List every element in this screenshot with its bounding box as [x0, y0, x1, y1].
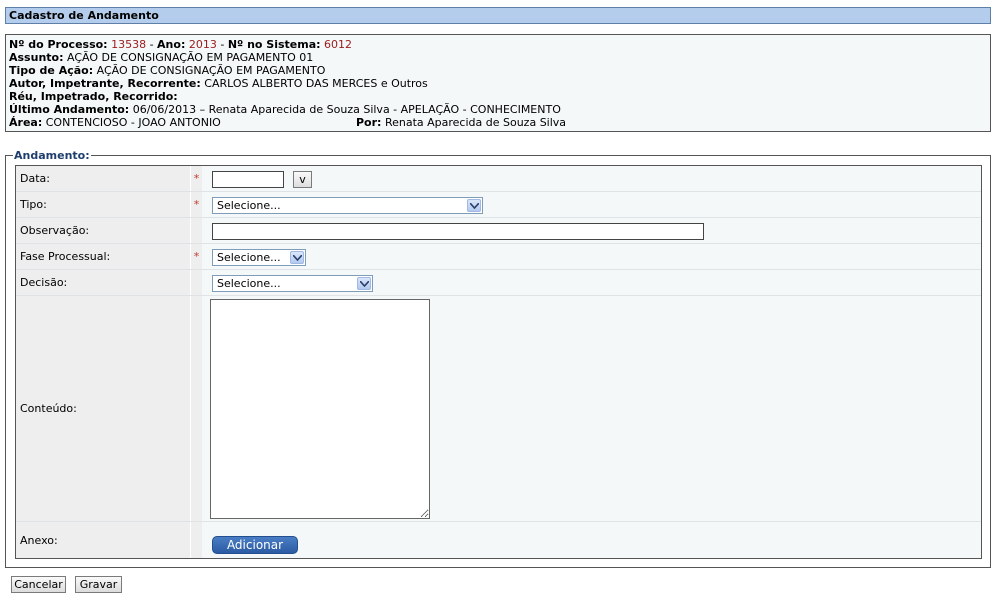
data-input[interactable]	[212, 171, 284, 188]
observacao-input[interactable]	[212, 223, 704, 240]
save-button[interactable]: Gravar	[75, 576, 122, 593]
cancel-button[interactable]: Cancelar	[11, 576, 66, 593]
tipo-selected-value: Selecione...	[217, 199, 281, 212]
tipo-select[interactable]: Selecione...	[212, 197, 483, 214]
tipo-row: Tipo: * Selecione...	[16, 192, 981, 218]
anexo-spacer	[190, 522, 202, 558]
processo-value: 13538	[111, 38, 147, 51]
chevron-down-icon	[467, 199, 481, 212]
fase-row: Fase Processual: * Selecione...	[16, 244, 981, 270]
tipo-acao-line: Tipo de Ação: AÇÃO DE CONSIGNAÇÃO EM PAG…	[9, 64, 987, 77]
area-value: CONTENCIOSO - JOAO ANTONIO	[45, 116, 221, 129]
por-block: Por: Renata Aparecida de Souza Silva	[356, 116, 566, 129]
area-label: Área:	[9, 116, 43, 129]
andamento-fieldset: Andamento: Data: * v Tipo: * Selecione..…	[5, 149, 991, 568]
sistema-value: 6012	[324, 38, 353, 51]
andamento-legend: Andamento:	[13, 149, 91, 162]
autor-label: Autor, Impetrante, Recorrente:	[9, 77, 201, 90]
process-number-line: Nº do Processo: 13538 - Ano: 2013 - Nº n…	[9, 38, 353, 51]
observacao-row: Observação:	[16, 218, 981, 244]
conteudo-label: Conteúdo:	[16, 296, 190, 521]
decisao-label: Decisão:	[16, 270, 190, 295]
assunto-line: Assunto: AÇÃO DE CONSIGNAÇÃO EM PAGAMENT…	[9, 51, 987, 64]
ultimo-andamento-label: Último Andamento:	[9, 103, 130, 116]
anexo-row: Anexo: Adicionar	[16, 522, 981, 558]
fase-select[interactable]: Selecione...	[212, 249, 306, 266]
conteudo-textarea[interactable]	[210, 299, 430, 519]
por-label: Por:	[356, 116, 382, 129]
ano-value: 2013	[188, 38, 217, 51]
ultimo-andamento-value: 06/06/2013 – Renata Aparecida de Souza S…	[132, 103, 561, 116]
ano-label: Ano:	[157, 38, 186, 51]
fase-selected-value: Selecione...	[217, 251, 281, 264]
adicionar-button[interactable]: Adicionar	[212, 536, 298, 554]
decisao-row: Decisão: Selecione...	[16, 270, 981, 296]
process-info-panel: Nº do Processo: 13538 - Ano: 2013 - Nº n…	[5, 34, 991, 132]
data-label: Data:	[16, 166, 190, 191]
tipo-label: Tipo:	[16, 192, 190, 217]
data-row: Data: * v	[16, 166, 981, 192]
observacao-label: Observação:	[16, 218, 190, 243]
fase-required-mark: *	[190, 244, 202, 269]
data-required-mark: *	[190, 166, 202, 191]
anexo-label: Anexo:	[16, 522, 190, 558]
tipo-acao-label: Tipo de Ação:	[9, 64, 94, 77]
date-picker-button[interactable]: v	[293, 171, 312, 188]
sistema-label: Nº no Sistema:	[227, 38, 321, 51]
reu-line: Réu, Impetrado, Recorrido:	[9, 90, 987, 103]
chevron-down-icon	[290, 251, 304, 264]
reu-label: Réu, Impetrado, Recorrido:	[9, 90, 178, 103]
conteudo-spacer	[190, 296, 202, 521]
autor-line: Autor, Impetrante, Recorrente: CARLOS AL…	[9, 77, 987, 90]
decisao-spacer	[190, 270, 202, 295]
autor-value: CARLOS ALBERTO DAS MERCES e Outros	[204, 77, 428, 90]
andamento-form: Data: * v Tipo: * Selecione... Observaçã…	[15, 165, 982, 559]
page-title: Cadastro de Andamento	[5, 7, 991, 24]
tipo-acao-value: AÇÃO DE CONSIGNAÇÃO EM PAGAMENTO	[96, 64, 326, 77]
conteudo-row: Conteúdo:	[16, 296, 981, 522]
processo-label: Nº do Processo:	[9, 38, 108, 51]
ultimo-andamento-line: Último Andamento: 06/06/2013 – Renata Ap…	[9, 103, 987, 116]
por-value: Renata Aparecida de Souza Silva	[384, 116, 567, 129]
assunto-value: AÇÃO DE CONSIGNAÇÃO EM PAGAMENTO 01	[66, 51, 314, 64]
area-line: Área: CONTENCIOSO - JOAO ANTONIO Por: Re…	[9, 116, 987, 129]
decisao-select[interactable]: Selecione...	[212, 275, 373, 292]
decisao-selected-value: Selecione...	[217, 277, 281, 290]
fase-label: Fase Processual:	[16, 244, 190, 269]
observacao-spacer	[190, 218, 202, 243]
tipo-required-mark: *	[190, 192, 202, 217]
assunto-label: Assunto:	[9, 51, 64, 64]
chevron-down-icon	[357, 277, 371, 290]
